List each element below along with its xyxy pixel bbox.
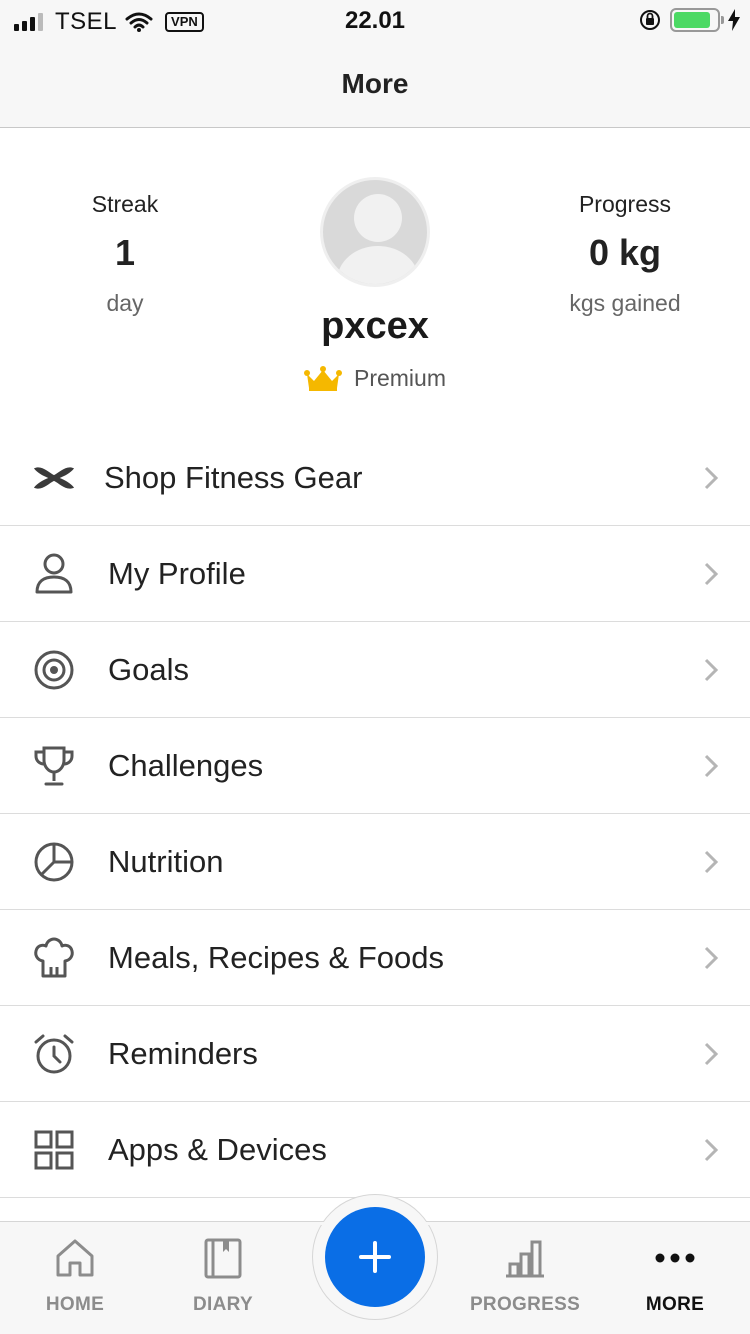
progress-value: 0 kg — [588, 232, 662, 273]
pie-chart-icon — [32, 840, 76, 884]
more-menu: Shop Fitness Gear My Profile Goals Chall… — [0, 430, 750, 1198]
menu-item-reminders[interactable]: Reminders — [0, 1006, 750, 1102]
orientation-lock-icon — [640, 10, 660, 30]
progress-stat: Progress 0 kg kgs gained — [500, 191, 750, 317]
avatar-body — [337, 246, 419, 284]
nav-header: More — [0, 40, 750, 128]
grid-icon — [32, 1128, 76, 1172]
tab-more[interactable]: MORE — [600, 1222, 750, 1334]
tab-diary[interactable]: DIARY — [148, 1222, 298, 1334]
menu-item-my-profile[interactable]: My Profile — [0, 526, 750, 622]
status-right — [638, 8, 740, 32]
crown-icon — [303, 365, 342, 391]
menu-item-challenges[interactable]: Challenges — [0, 718, 750, 814]
streak-label: Streak — [91, 191, 159, 217]
add-entry-button[interactable] — [325, 1207, 425, 1307]
more-dots-icon — [655, 1253, 695, 1263]
alarm-clock-icon — [32, 1032, 76, 1076]
chevron-right-icon — [704, 466, 719, 490]
chevron-right-icon — [704, 658, 719, 682]
progress-label: Progress — [578, 191, 672, 217]
menu-item-label: Goals — [108, 651, 189, 687]
battery-icon — [670, 8, 724, 32]
charging-bolt-icon — [728, 9, 740, 31]
tab-label: DIARY — [193, 1294, 253, 1315]
avatar-head — [354, 194, 402, 242]
chevron-right-icon — [704, 562, 719, 586]
menu-item-label: Meals, Recipes & Foods — [108, 939, 444, 975]
menu-item-goals[interactable]: Goals — [0, 622, 750, 718]
trophy-icon — [32, 744, 76, 788]
streak-value: 1 — [114, 232, 136, 273]
menu-item-meals-recipes-foods[interactable]: Meals, Recipes & Foods — [0, 910, 750, 1006]
battery-fill — [674, 12, 710, 28]
menu-item-label: Shop Fitness Gear — [104, 459, 363, 495]
bar-chart-icon — [506, 1240, 544, 1278]
menu-item-apps-devices[interactable]: Apps & Devices — [0, 1102, 750, 1198]
username: pxcex — [321, 305, 429, 347]
chevron-right-icon — [704, 754, 719, 778]
chevron-right-icon — [704, 1042, 719, 1066]
menu-item-label: Apps & Devices — [108, 1131, 327, 1167]
plus-icon — [359, 1241, 391, 1273]
premium-badge: Premium — [0, 365, 750, 392]
streak-stat: Streak 1 day — [0, 191, 250, 317]
tab-label: HOME — [45, 1294, 105, 1315]
tab-label: MORE — [645, 1294, 705, 1315]
book-icon — [204, 1238, 242, 1279]
menu-item-shop-fitness-gear[interactable]: Shop Fitness Gear — [0, 430, 750, 526]
person-icon — [32, 552, 76, 596]
target-icon — [32, 648, 76, 692]
profile-summary: Streak 1 day Progress 0 kg kgs gained px… — [0, 129, 750, 429]
premium-label: Premium — [353, 365, 446, 391]
menu-item-nutrition[interactable]: Nutrition — [0, 814, 750, 910]
chevron-right-icon — [704, 1138, 719, 1162]
tab-home[interactable]: HOME — [0, 1222, 150, 1334]
avatar[interactable] — [320, 177, 430, 287]
more-screen: TSEL VPN 22.01 More Streak 1 day Progres… — [0, 0, 750, 1334]
chef-hat-icon — [32, 936, 76, 980]
chevron-right-icon — [704, 850, 719, 874]
menu-item-label: Nutrition — [108, 843, 224, 879]
under-armour-logo-icon — [32, 456, 76, 500]
menu-item-label: My Profile — [108, 555, 246, 591]
home-icon — [56, 1239, 94, 1277]
chevron-right-icon — [704, 946, 719, 970]
page-title: More — [341, 67, 409, 99]
tab-progress[interactable]: PROGRESS — [450, 1222, 600, 1334]
status-bar: TSEL VPN 22.01 — [0, 0, 750, 40]
menu-item-label: Reminders — [108, 1035, 258, 1071]
menu-item-label: Challenges — [108, 747, 264, 783]
tab-label: PROGRESS — [469, 1294, 581, 1315]
